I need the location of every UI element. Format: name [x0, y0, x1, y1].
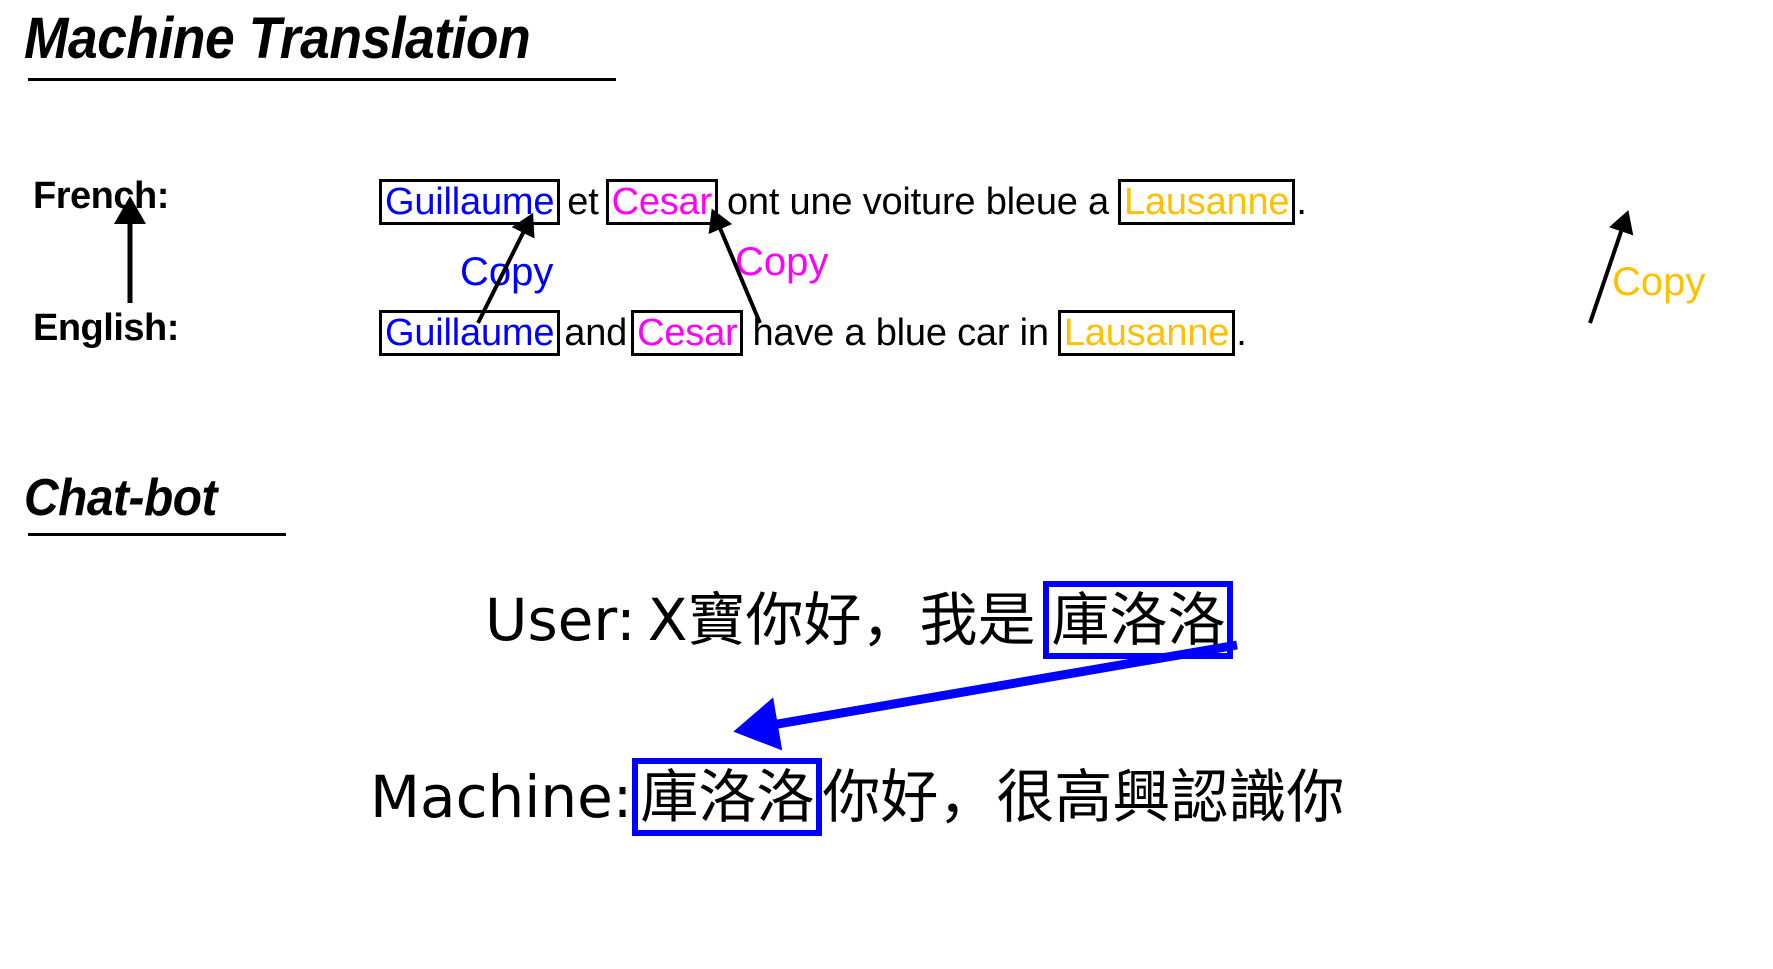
- arrow-copy-chatbot-name: [733, 640, 1238, 751]
- machine-translation-arrows: [113, 196, 1634, 324]
- chat-bot-example: User: X寶你好，我是 庫洛洛 Machine: 庫洛洛 你好，很高興認識你: [0, 545, 1773, 969]
- arrow-copy-cesar: [708, 208, 762, 324]
- heading-underline-chat-bot: [28, 533, 286, 536]
- machine-translation-example: French: English: Guillaume et Cesar ont une…: [0, 155, 1773, 400]
- chat-bot-copy-arrow: [733, 640, 1238, 751]
- heading-underline-machine-translation: [28, 78, 616, 81]
- page-title-machine-translation: Machine Translation: [24, 6, 531, 71]
- page-title-chat-bot: Chat-bot: [24, 469, 217, 527]
- arrow-copy-lausanne: [1588, 210, 1634, 324]
- arrow-copy-guillaume: [476, 212, 535, 324]
